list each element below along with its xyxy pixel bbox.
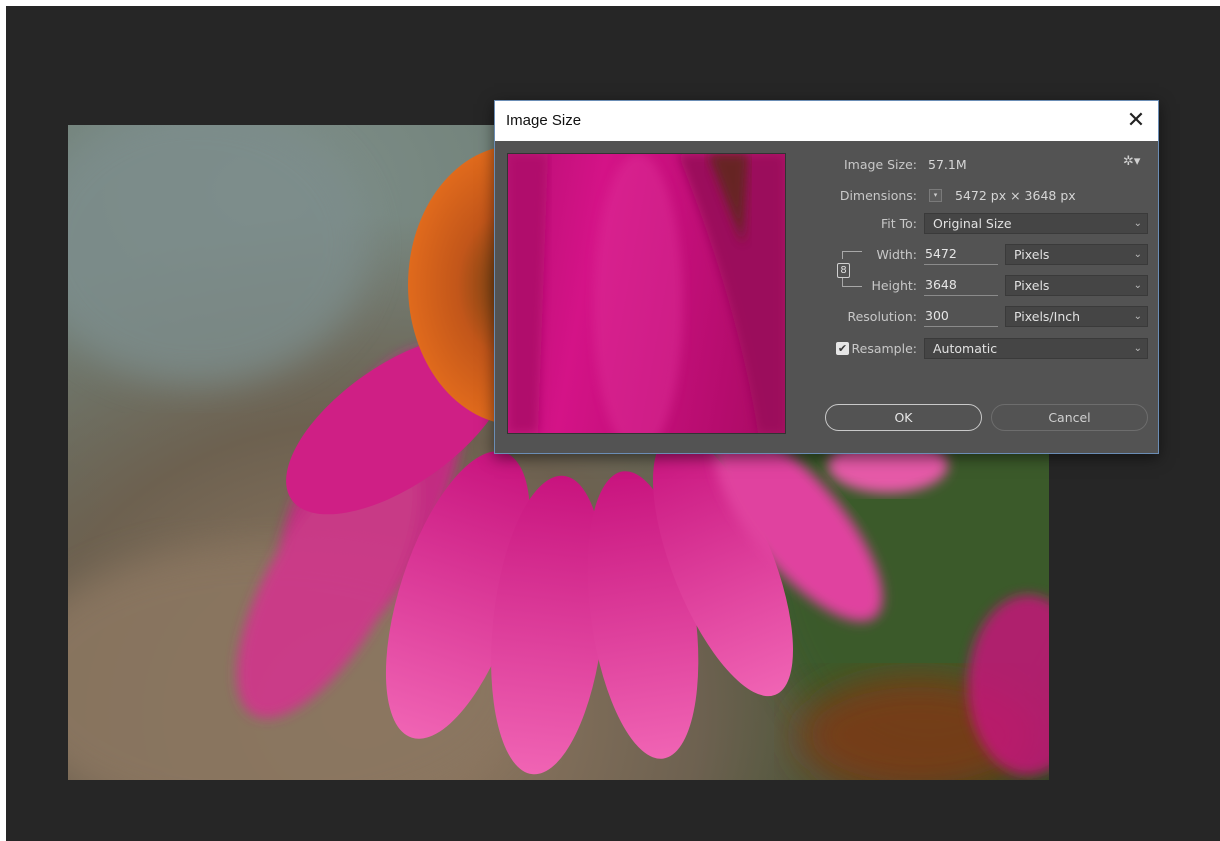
gear-icon[interactable]: ✲▾ [1123, 154, 1140, 169]
resample-select[interactable]: Automatic ⌄ [924, 338, 1148, 359]
resample-label: Resample: [851, 341, 917, 356]
dialog-title: Image Size [506, 112, 582, 129]
image-preview[interactable] [507, 153, 786, 434]
fit-to-select[interactable]: Original Size ⌄ [924, 213, 1148, 234]
cancel-button[interactable]: Cancel [991, 404, 1148, 431]
resolution-input[interactable]: 300 [924, 306, 998, 327]
width-label: Width: [876, 247, 917, 262]
chevron-down-icon: ⌄ [1133, 343, 1142, 354]
height-unit-select[interactable]: Pixels ⌄ [1005, 275, 1148, 296]
width-unit-value: Pixels [1014, 247, 1050, 262]
chevron-down-icon: ⌄ [1133, 249, 1142, 260]
image-size-label: Image Size: [844, 157, 917, 172]
ok-button[interactable]: OK [825, 404, 982, 431]
width-input[interactable]: 5472 [924, 244, 998, 265]
resolution-label: Resolution: [847, 309, 917, 324]
height-label: Height: [871, 278, 917, 293]
resolution-unit-value: Pixels/Inch [1014, 309, 1081, 324]
fit-to-label: Fit To: [881, 216, 917, 231]
resolution-unit-select[interactable]: Pixels/Inch ⌄ [1005, 306, 1148, 327]
dialog-titlebar[interactable]: Image Size ✕ [495, 101, 1158, 141]
height-unit-value: Pixels [1014, 278, 1050, 293]
height-input[interactable]: 3648 [924, 275, 998, 296]
chevron-down-icon[interactable]: ▾ [929, 189, 942, 202]
image-size-value: 57.1M [928, 157, 967, 172]
link-icon[interactable]: 8 [837, 263, 850, 278]
width-unit-select[interactable]: Pixels ⌄ [1005, 244, 1148, 265]
resample-value: Automatic [933, 341, 998, 356]
image-size-dialog: Image Size ✕ Image Size: 57.1M ✲▾ Dimens… [494, 100, 1159, 454]
dimensions-value: 5472 px × 3648 px [955, 188, 1076, 203]
chevron-down-icon: ⌄ [1133, 280, 1142, 291]
dimensions-label: Dimensions: [839, 188, 917, 203]
chevron-down-icon: ⌄ [1133, 218, 1142, 229]
fit-to-value: Original Size [933, 216, 1012, 231]
close-icon[interactable]: ✕ [1122, 107, 1150, 135]
chevron-down-icon: ⌄ [1133, 311, 1142, 322]
